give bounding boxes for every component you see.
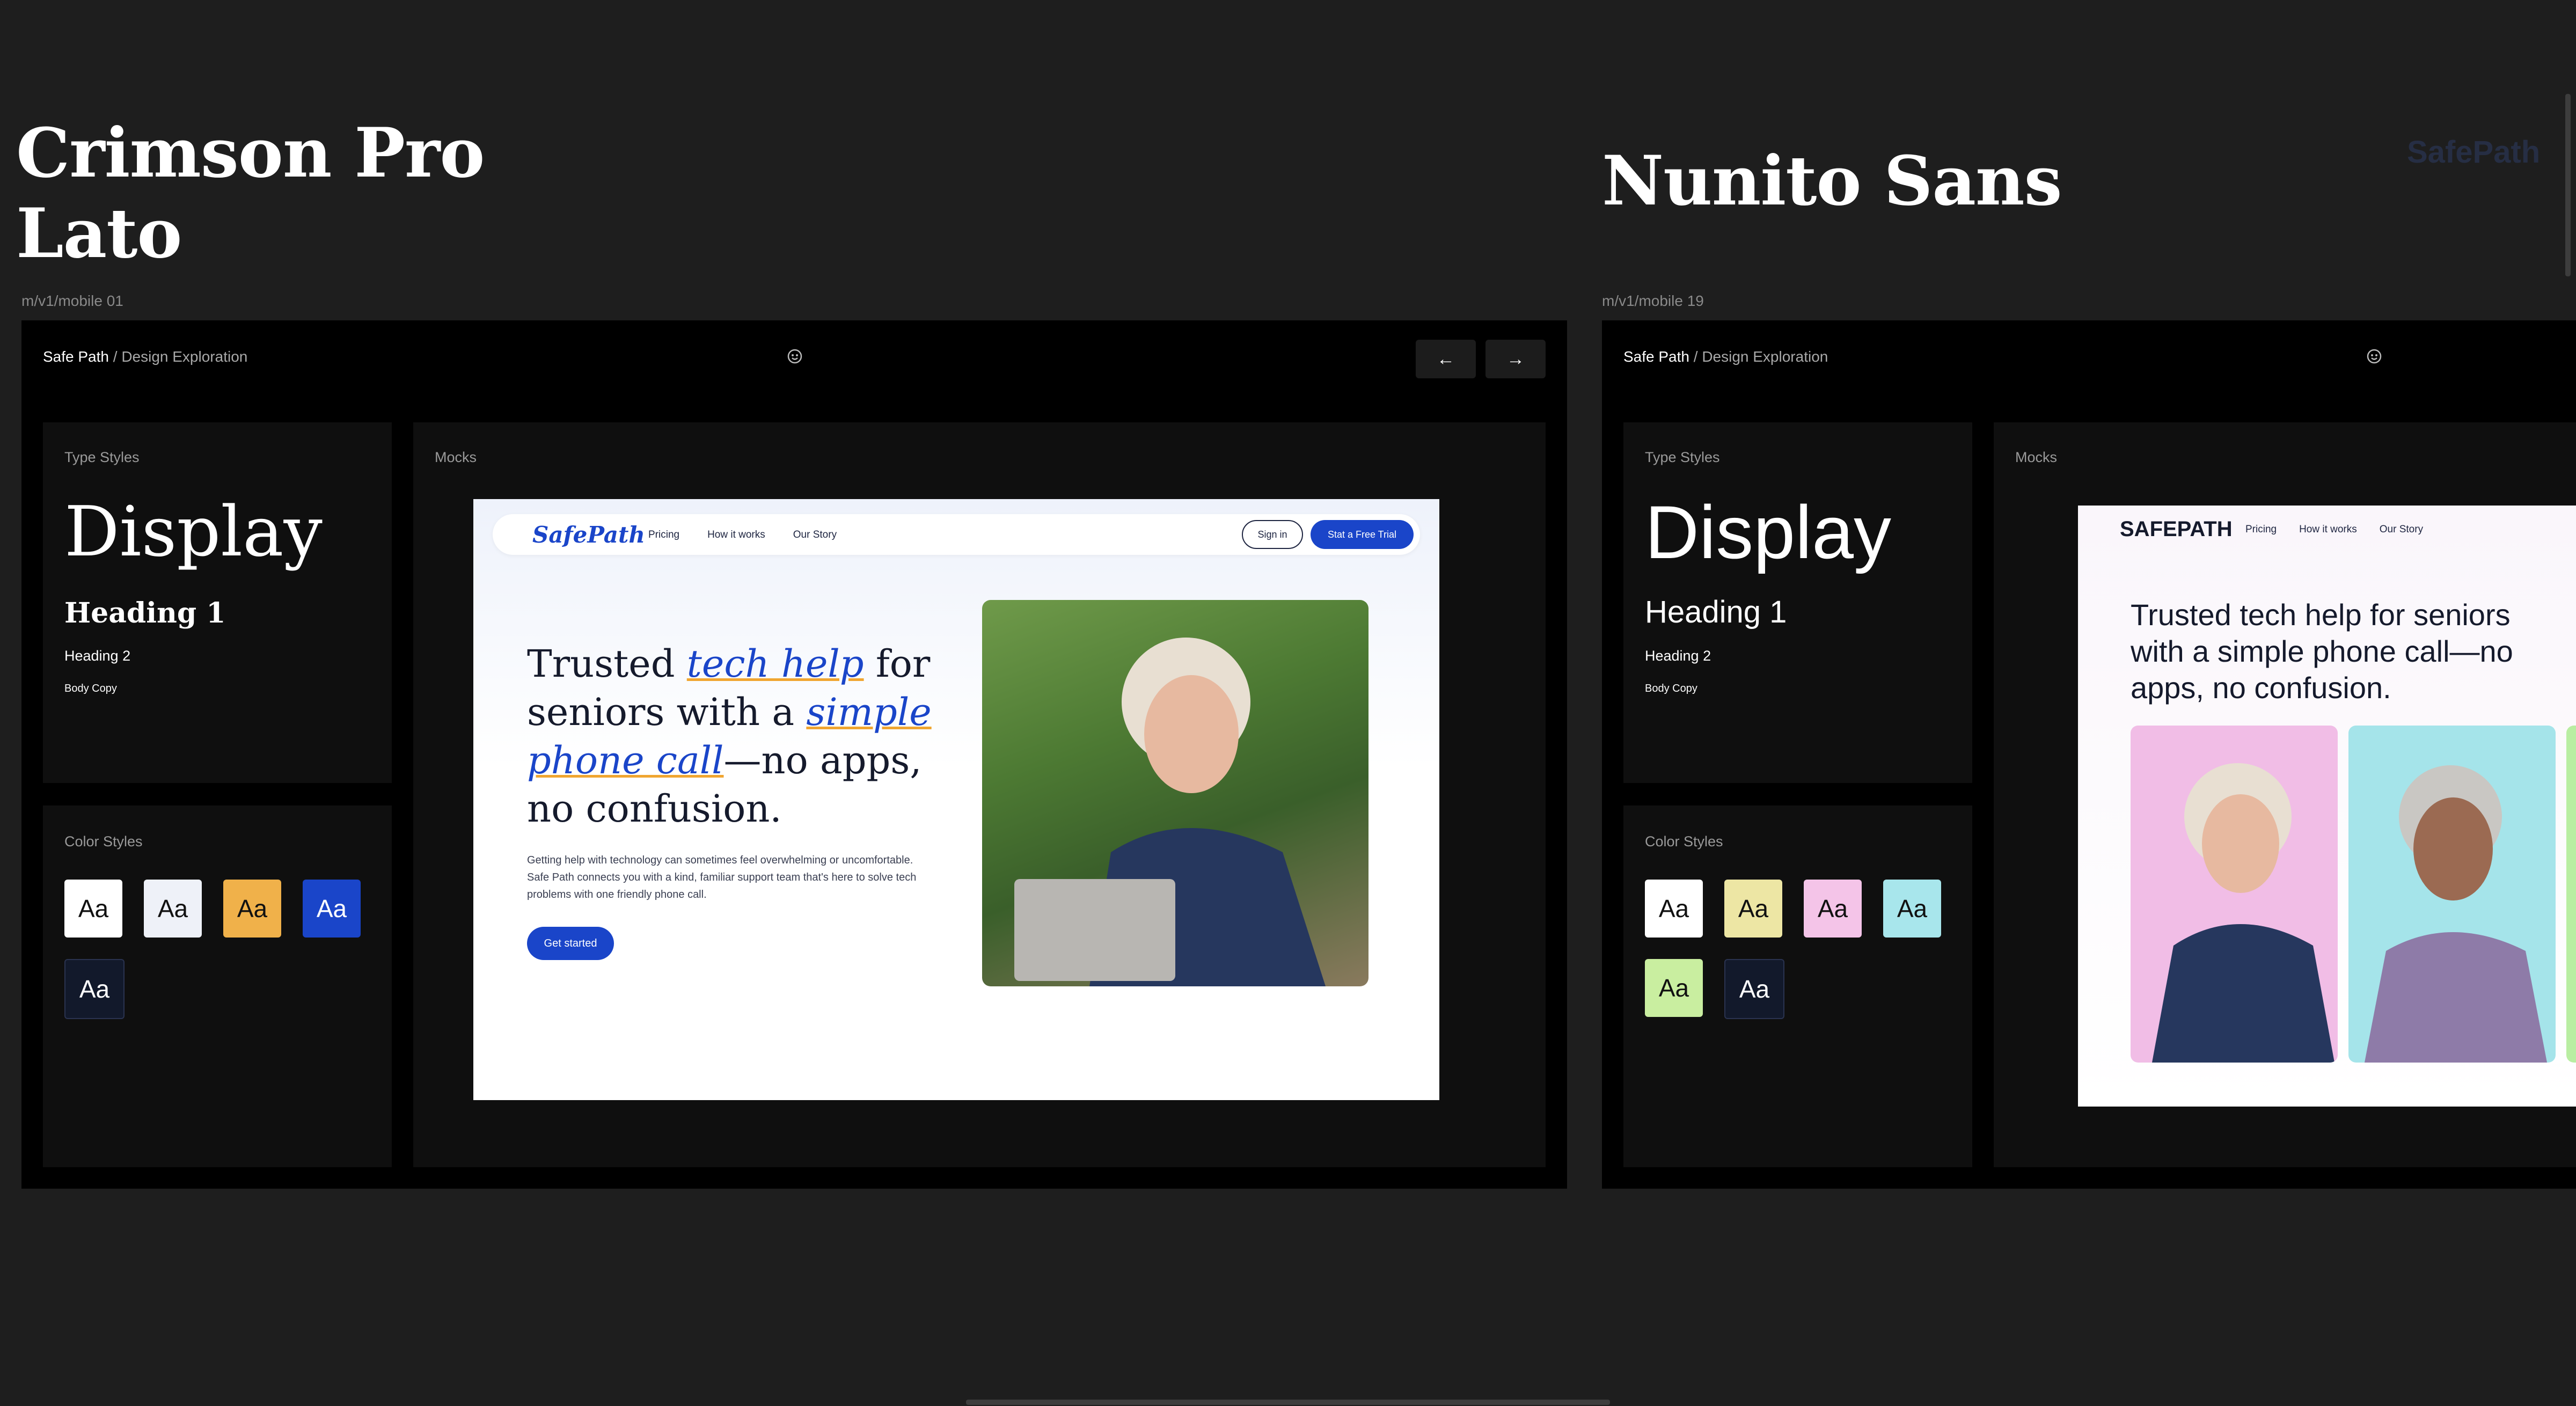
mock-nav-link[interactable]: How it works [707,529,765,540]
heading2-sample: Heading 2 [64,648,131,664]
body-sample: Body Copy [1645,683,1697,694]
mock-nav-link[interactable]: Pricing [2245,524,2277,535]
panel-label: Color Styles [64,833,143,850]
artboard-right[interactable]: Safe Path / Design Exploration Type Styl… [1602,320,2576,1189]
display-sample: Display [64,492,323,572]
heading1-sample: Heading 1 [1645,595,1787,629]
frame-title-right: Nunito Sans [1602,141,2062,221]
senior-woman-on-phone-teal-photo [2348,726,2556,1063]
artboard-left[interactable]: Safe Path / Design Exploration ← → Type … [21,320,1567,1189]
mock-nav-link[interactable]: How it works [2299,524,2357,535]
display-sample: Display [1645,490,1892,574]
mock-navbar: SafePath Pricing How it works Our Story Si… [493,514,1420,555]
senior-woman-on-phone-pink-photo [2131,726,2338,1063]
color-swatch[interactable]: Aa [144,880,202,938]
frame-label-left[interactable]: m/v1/mobile 01 [21,292,123,310]
heading2-sample: Heading 2 [1645,648,1711,664]
mock-website-nunito[interactable]: SAFEPATH Pricing How it works Our Story Tr… [2078,506,2576,1107]
frame-label-right[interactable]: m/v1/mobile 19 [1602,292,1704,310]
color-swatch[interactable]: Aa [1804,880,1862,938]
smiley-icon [787,348,803,364]
panel-label: Color Styles [1645,833,1723,850]
mocks-panel: Mocks SAFEPATH Pricing How it works Our St… [1994,422,2576,1167]
color-swatch[interactable]: Aa [1645,959,1703,1017]
smiley-icon [2366,348,2382,364]
mock-nav-link[interactable]: Pricing [648,529,679,540]
vertical-scrollbar[interactable] [2565,94,2571,276]
color-styles-panel: Color Styles Aa Aa Aa Aa Aa Aa [1623,805,1972,1167]
ghost-logo: SafePath [2407,135,2541,170]
color-swatch[interactable]: Aa [64,959,125,1019]
arrow-right-icon: → [1506,348,1525,369]
mock-get-started-button[interactable]: Get started [527,927,614,960]
mock-website-crimson[interactable]: SafePath Pricing How it works Our Story Si… [473,499,1439,1100]
color-styles-panel: Color Styles Aa Aa Aa Aa Aa [43,805,392,1167]
panel-label: Type Styles [1645,449,1720,465]
panel-label: Mocks [435,449,477,465]
mock-hero-body: Getting help with technology can sometim… [527,854,917,900]
mock-nav-link[interactable]: Our Story [793,529,837,540]
mock-sign-in-button[interactable]: Sign in [1242,520,1303,549]
panel-label: Mocks [2015,449,2058,465]
color-swatch[interactable]: Aa [1883,880,1941,938]
heading1-sample: Heading 1 [64,597,226,629]
color-swatch[interactable]: Aa [223,880,281,938]
breadcrumb: Safe Path / Design Exploration [1623,348,1828,365]
mock-hero-headline: Trusted tech help for seniors with a sim… [2131,598,2513,705]
arrow-left-icon: ← [1437,348,1455,369]
panel-label: Type Styles [64,449,140,465]
type-styles-panel: Type Styles Display Heading 1 Heading 2 … [1623,422,1972,783]
mock-logo[interactable]: SafePath [532,522,645,548]
color-swatch[interactable]: Aa [64,880,122,938]
mock-photo-card [2566,726,2576,1063]
next-button[interactable]: → [1485,340,1546,378]
color-swatch[interactable]: Aa [1645,880,1703,938]
color-swatch[interactable]: Aa [1724,880,1782,938]
color-swatch[interactable]: Aa [303,880,361,938]
mock-nav-link[interactable]: Our Story [2380,524,2423,535]
horizontal-scrollbar[interactable] [966,1400,1610,1405]
body-sample: Body Copy [64,683,117,694]
mock-hero-headline: Trusted tech help for seniors with a sim… [527,642,932,831]
type-styles-panel: Type Styles Display Heading 1 Heading 2 … [43,422,392,783]
prev-button[interactable]: ← [1416,340,1476,378]
color-swatch[interactable]: Aa [1724,959,1784,1019]
senior-woman-on-phone-photo [982,600,1368,986]
mocks-panel: Mocks SafePath Pricing How it works Our St… [413,422,1546,1167]
breadcrumb: Safe Path / Design Exploration [43,348,248,365]
mock-trial-button[interactable]: Stat a Free Trial [1311,520,1414,549]
mock-logo[interactable]: SAFEPATH [2120,517,2233,541]
frame-title-left: Crimson Pro Lato [16,113,485,273]
